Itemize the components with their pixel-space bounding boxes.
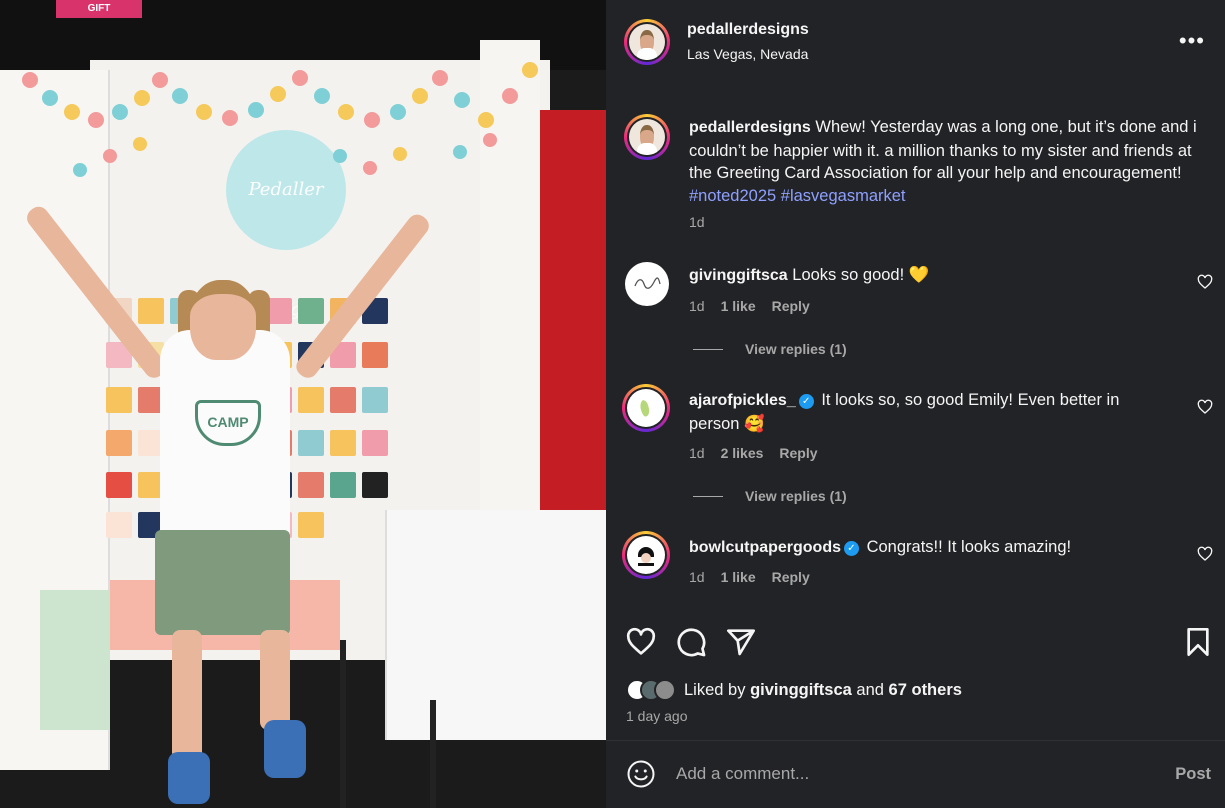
view-replies-button[interactable]: View replies (1) — [693, 488, 847, 504]
table-leg — [340, 640, 346, 808]
reply-button[interactable]: Reply — [772, 298, 810, 314]
comment-like-heart-icon[interactable] — [1197, 399, 1213, 415]
pickle-logo-icon — [640, 400, 650, 417]
post-location[interactable]: Las Vegas, Nevada — [687, 46, 808, 62]
commenter-username[interactable]: givinggiftsca — [689, 267, 788, 284]
commenter-avatar[interactable] — [622, 384, 670, 432]
verified-badge-icon: ✓ — [798, 394, 814, 409]
card-shelf — [100, 428, 490, 458]
comment-time: 1d — [689, 298, 705, 314]
verified-badge-icon: ✓ — [844, 541, 859, 556]
author-username[interactable]: pedallerdesigns — [687, 21, 809, 39]
card-shelf — [100, 385, 490, 415]
reply-button[interactable]: Reply — [772, 569, 810, 585]
card-shelf — [100, 470, 490, 500]
caption-author-avatar[interactable] — [624, 114, 670, 160]
post-timestamp[interactable]: 1 day ago — [626, 708, 688, 724]
post-details-panel: pedallerdesigns Las Vegas, Nevada ••• pe… — [606, 0, 1225, 808]
reply-button[interactable]: Reply — [779, 445, 817, 461]
liked-by-and: and — [856, 680, 884, 699]
gift-sign: GIFT — [56, 0, 142, 18]
bookmark-icon[interactable] — [1182, 626, 1214, 658]
emoji-icon[interactable] — [626, 759, 656, 789]
liked-by-others[interactable]: 67 others — [889, 681, 962, 699]
commenter-username[interactable]: bowlcutpapergoods — [689, 539, 841, 556]
comment-like-heart-icon[interactable] — [1197, 274, 1213, 290]
post-photo[interactable]: GIFT Pedaller Designs — [0, 0, 606, 808]
giving-gifts-logo-icon — [634, 277, 661, 289]
view-replies-label: View replies (1) — [745, 488, 847, 504]
caption-text: pedallerdesigns Whew! Yesterday was a lo… — [689, 116, 1214, 207]
commenter-avatar[interactable] — [622, 531, 670, 579]
person-shorts — [155, 530, 290, 635]
person-shoe — [264, 720, 306, 778]
comment-meta: 1d 1 like Reply — [689, 298, 810, 314]
liked-by-username[interactable]: givinggiftsca — [750, 681, 852, 699]
comment-input[interactable] — [676, 761, 1146, 787]
person-leg — [172, 630, 202, 760]
liked-by-row[interactable]: Liked by givinggiftsca and 67 others — [626, 676, 962, 704]
bowlcut-logo-icon — [638, 547, 654, 566]
post-header: pedallerdesigns Las Vegas, Nevada ••• — [606, 0, 1225, 86]
comment-meta: 1d 2 likes Reply — [689, 445, 818, 461]
hashtag-link[interactable]: #noted2025 — [689, 187, 776, 205]
post-actions — [606, 622, 1225, 662]
comment-body: Looks so good! 💛 — [792, 266, 930, 284]
author-avatar[interactable] — [624, 19, 670, 65]
neighbor-red-wall — [538, 110, 606, 530]
liked-by-prefix: Liked by — [684, 680, 746, 699]
divider-line — [693, 348, 723, 350]
post-comment-button[interactable]: Post — [1175, 765, 1211, 784]
caption-username[interactable]: pedallerdesigns — [689, 119, 811, 136]
comment-text: givinggiftsca Looks so good! 💛 — [689, 264, 1159, 288]
commenter-avatar[interactable] — [625, 262, 669, 306]
comment-text: bowlcutpapergoods ✓ Congrats!! It looks a… — [689, 536, 1159, 560]
comment-likes[interactable]: 2 likes — [721, 445, 764, 461]
share-icon[interactable] — [725, 626, 757, 658]
card-shelf — [100, 296, 490, 326]
display-table — [385, 510, 606, 740]
comment-likes[interactable]: 1 like — [721, 298, 756, 314]
add-comment-bar: Post — [606, 741, 1225, 808]
heart-icon[interactable] — [625, 626, 657, 658]
person-leg — [260, 630, 290, 730]
person-head — [190, 280, 256, 360]
comment-meta: 1d 1 like Reply — [689, 569, 810, 585]
comment-icon[interactable] — [675, 626, 707, 658]
more-options-icon[interactable]: ••• — [1179, 28, 1205, 54]
divider-line — [693, 495, 723, 497]
table-leg — [430, 700, 436, 808]
liked-by-text: Liked by givinggiftsca and 67 others — [684, 681, 962, 700]
view-replies-label: View replies (1) — [745, 341, 847, 357]
comment-likes[interactable]: 1 like — [721, 569, 756, 585]
side-base — [40, 590, 110, 730]
commenter-username[interactable]: ajarofpickles_ — [689, 392, 796, 409]
comment-text: ajarofpickles_ ✓ It looks so, so good Emi… — [689, 389, 1159, 435]
comment-time: 1d — [689, 445, 705, 461]
paper-garland — [22, 62, 538, 177]
caption-time: 1d — [689, 214, 705, 230]
comment-like-heart-icon[interactable] — [1197, 546, 1213, 562]
view-replies-button[interactable]: View replies (1) — [693, 341, 847, 357]
person-shoe — [168, 752, 210, 804]
hashtag-link[interactable]: #lasvegasmarket — [781, 187, 906, 205]
comment-body: Congrats!! It looks amazing! — [866, 538, 1072, 556]
liker-avatar — [654, 679, 676, 701]
comment-time: 1d — [689, 569, 705, 585]
